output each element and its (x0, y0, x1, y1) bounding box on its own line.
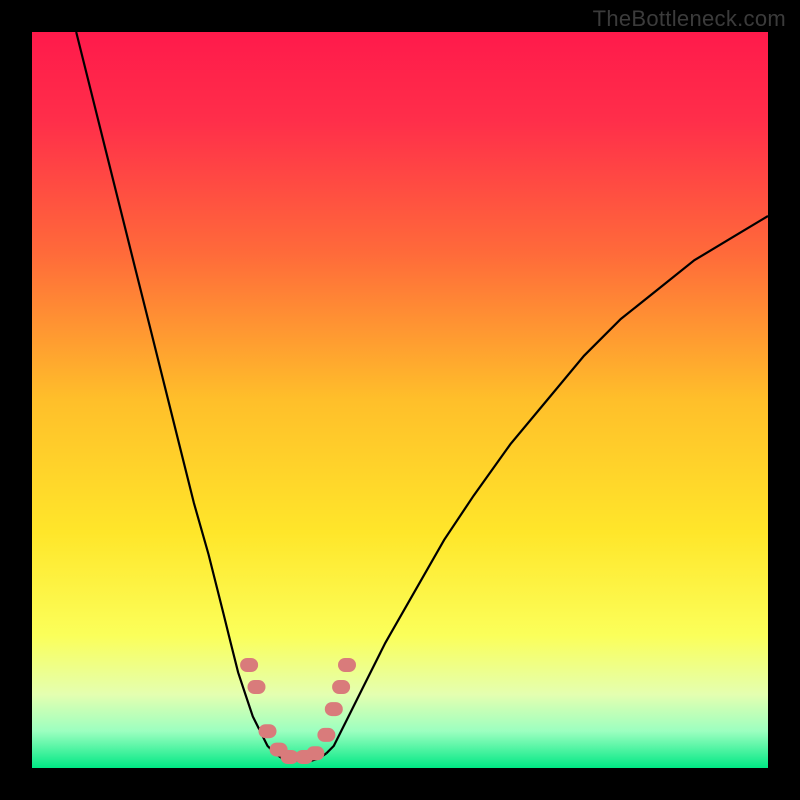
marker-point (306, 746, 324, 760)
marker-point (338, 658, 356, 672)
marker-point (240, 658, 258, 672)
marker-group (240, 658, 356, 764)
curve-right-branch (326, 216, 768, 753)
watermark-text: TheBottleneck.com (593, 6, 786, 32)
marker-point (248, 680, 266, 694)
chart-svg (32, 32, 768, 768)
curve-left-branch (76, 32, 275, 753)
marker-point (332, 680, 350, 694)
marker-point (317, 728, 335, 742)
marker-point (259, 724, 277, 738)
outer-frame: TheBottleneck.com (0, 0, 800, 800)
marker-point (325, 702, 343, 716)
plot-area (32, 32, 768, 768)
